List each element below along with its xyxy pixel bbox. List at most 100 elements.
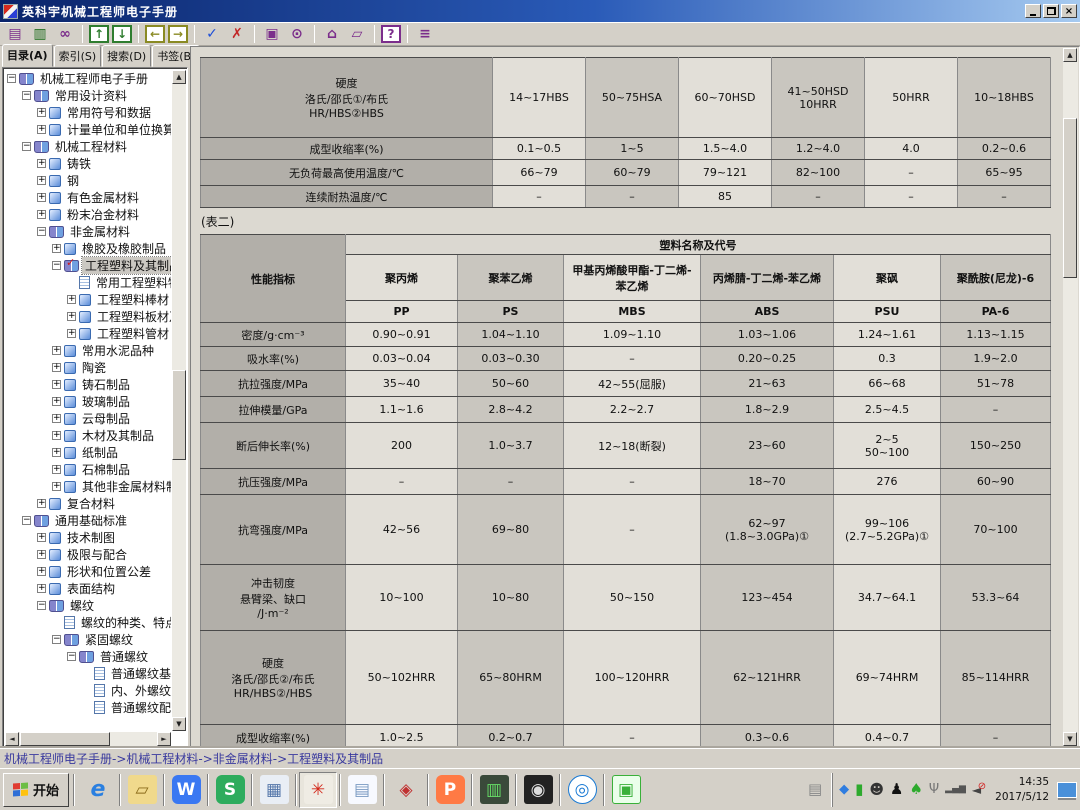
expand-icon[interactable]: + — [67, 312, 76, 321]
tree-item[interactable]: −普通螺纹 — [5, 648, 171, 665]
tree-hscroll-thumb[interactable] — [20, 732, 110, 746]
tree-item[interactable]: 螺纹的种类、特点和应 — [5, 614, 171, 631]
tree-item[interactable]: −常用设计资料 — [5, 87, 171, 104]
expand-icon[interactable]: + — [52, 482, 61, 491]
expand-icon[interactable]: + — [37, 499, 46, 508]
tree-item[interactable]: +表面结构 — [5, 580, 171, 597]
expand-icon[interactable]: + — [52, 397, 61, 406]
page-up-icon[interactable]: ↑ — [89, 25, 109, 43]
tree-item[interactable]: −非金属材料 — [5, 223, 171, 240]
tree-item[interactable]: 常用工程塑料物理 — [5, 274, 171, 291]
tree-item[interactable]: +石棉制品 — [5, 461, 171, 478]
tree-item[interactable]: +常用符号和数据 — [5, 104, 171, 121]
wps-writer-button[interactable]: W — [167, 772, 205, 808]
tree-item[interactable]: −紧固螺纹 — [5, 631, 171, 648]
tree-item[interactable]: −机械工程师电子手册 — [5, 70, 171, 87]
about-list-icon[interactable]: ≡ — [414, 24, 436, 44]
page-down-icon[interactable]: ↓ — [112, 25, 132, 43]
expand-icon[interactable]: + — [67, 329, 76, 338]
help-icon[interactable]: ? — [381, 25, 401, 43]
tree-item[interactable]: −螺纹 — [5, 597, 171, 614]
tree-vertical-scrollbar[interactable]: ▲ ▼ — [172, 70, 186, 731]
tree-item[interactable]: +橡胶及橡胶制品 — [5, 240, 171, 257]
scroll-right-icon[interactable]: ► — [157, 732, 171, 746]
expand-icon[interactable]: + — [37, 108, 46, 117]
power-plug-icon[interactable]: Ψ — [929, 783, 939, 796]
calculator-button[interactable]: ▦ — [255, 772, 293, 808]
tree-horizontal-scrollbar[interactable]: ◄ ► — [5, 732, 171, 746]
sync-cube-icon[interactable]: ◆ — [839, 783, 849, 796]
tree-item[interactable]: +铸石制品 — [5, 376, 171, 393]
expand-icon[interactable]: + — [52, 431, 61, 440]
minimize-button[interactable] — [1025, 4, 1041, 18]
explorer-folder-button[interactable]: ▱ — [123, 772, 161, 808]
forward-icon[interactable]: → — [168, 25, 188, 43]
qq-penguin-icon[interactable]: ♟ — [890, 782, 903, 797]
collapse-icon[interactable]: − — [37, 601, 46, 610]
ie-browser-button[interactable]: e — [79, 772, 117, 808]
content-vertical-scrollbar[interactable]: ▲ ▼ — [1063, 48, 1078, 746]
expand-icon[interactable]: + — [37, 159, 46, 168]
tree-scroll-thumb[interactable] — [172, 370, 186, 460]
tree-item[interactable]: +复合材料 — [5, 495, 171, 512]
expand-icon[interactable]: + — [52, 244, 61, 253]
expand-icon[interactable]: + — [52, 465, 61, 474]
expand-icon[interactable]: + — [52, 380, 61, 389]
tree-item[interactable]: +有色金属材料 — [5, 189, 171, 206]
expand-icon[interactable]: + — [37, 567, 46, 576]
expand-icon[interactable]: + — [67, 295, 76, 304]
scroll-down-icon[interactable]: ▼ — [172, 717, 186, 731]
tab-search[interactable]: 搜索(D) — [102, 45, 151, 67]
doc-delete-icon[interactable]: ✗ — [226, 24, 248, 44]
tree-item[interactable]: 内、外螺纹公差 — [5, 682, 171, 699]
printer-icon[interactable]: ▤ — [808, 782, 822, 797]
expand-icon[interactable]: + — [52, 414, 61, 423]
expand-icon[interactable]: + — [37, 533, 46, 542]
media-player-button[interactable]: ◈ — [387, 772, 425, 808]
signal-bars-icon[interactable]: ▂▄▆ — [945, 785, 966, 794]
scroll-up-icon[interactable]: ▲ — [172, 70, 186, 84]
collapse-icon[interactable]: − — [52, 261, 61, 270]
tree-item[interactable]: −通用基础标准 — [5, 512, 171, 529]
tree-item[interactable]: +极限与配合 — [5, 546, 171, 563]
show-desktop-icon[interactable] — [1057, 782, 1077, 798]
start-button[interactable]: 开始 — [3, 773, 69, 807]
tree-item[interactable]: +形状和位置公差 — [5, 563, 171, 580]
expand-icon[interactable]: + — [37, 176, 46, 185]
contents-book-icon[interactable]: ▤ — [4, 24, 26, 44]
close-button[interactable]: × — [1061, 4, 1077, 18]
expand-icon[interactable]: + — [37, 584, 46, 593]
search-binoculars-icon[interactable]: ∞ — [54, 24, 76, 44]
wps-sheets-button[interactable]: S — [211, 772, 249, 808]
tree-item[interactable]: +工程塑料管材 — [5, 325, 171, 342]
tree-item[interactable]: +陶瓷 — [5, 359, 171, 376]
restore-button[interactable] — [1043, 4, 1059, 18]
frame-app-button[interactable]: ▣ — [607, 772, 645, 808]
collapse-icon[interactable]: − — [67, 652, 76, 661]
tree-item[interactable]: +云母制品 — [5, 410, 171, 427]
shield-360-icon[interactable]: ♠ — [909, 782, 922, 797]
tree-item[interactable]: −机械工程材料 — [5, 138, 171, 155]
expand-icon[interactable]: + — [52, 448, 61, 457]
expand-icon[interactable]: + — [52, 363, 61, 372]
content-scroll-thumb[interactable] — [1063, 118, 1077, 278]
tree-item[interactable]: +木材及其制品 — [5, 427, 171, 444]
tree-item[interactable]: +技术制图 — [5, 529, 171, 546]
home-icon[interactable]: ⌂ — [321, 24, 343, 44]
panda-icon[interactable]: ☻ — [869, 783, 884, 797]
tree-item[interactable]: +玻璃制品 — [5, 393, 171, 410]
volume-muted-icon[interactable]: ◄⊘ — [972, 784, 981, 796]
content-scroll-up-icon[interactable]: ▲ — [1063, 48, 1077, 62]
clipboard-icon[interactable]: ▣ — [261, 24, 283, 44]
system-monitor-button[interactable]: ▥ — [475, 772, 513, 808]
tree-item[interactable]: +铸铁 — [5, 155, 171, 172]
tree-item[interactable]: +钢 — [5, 172, 171, 189]
battery-icon[interactable]: ▮ — [855, 782, 863, 797]
tab-contents[interactable]: 目录(A) — [2, 44, 53, 67]
scroll-left-icon[interactable]: ◄ — [5, 732, 19, 746]
tree-item[interactable]: +工程塑料棒材 — [5, 291, 171, 308]
tree-item[interactable]: −✓工程塑料及其制品 — [5, 257, 171, 274]
collapse-icon[interactable]: − — [22, 91, 31, 100]
expand-icon[interactable]: + — [37, 125, 46, 134]
collapse-icon[interactable]: − — [52, 635, 61, 644]
